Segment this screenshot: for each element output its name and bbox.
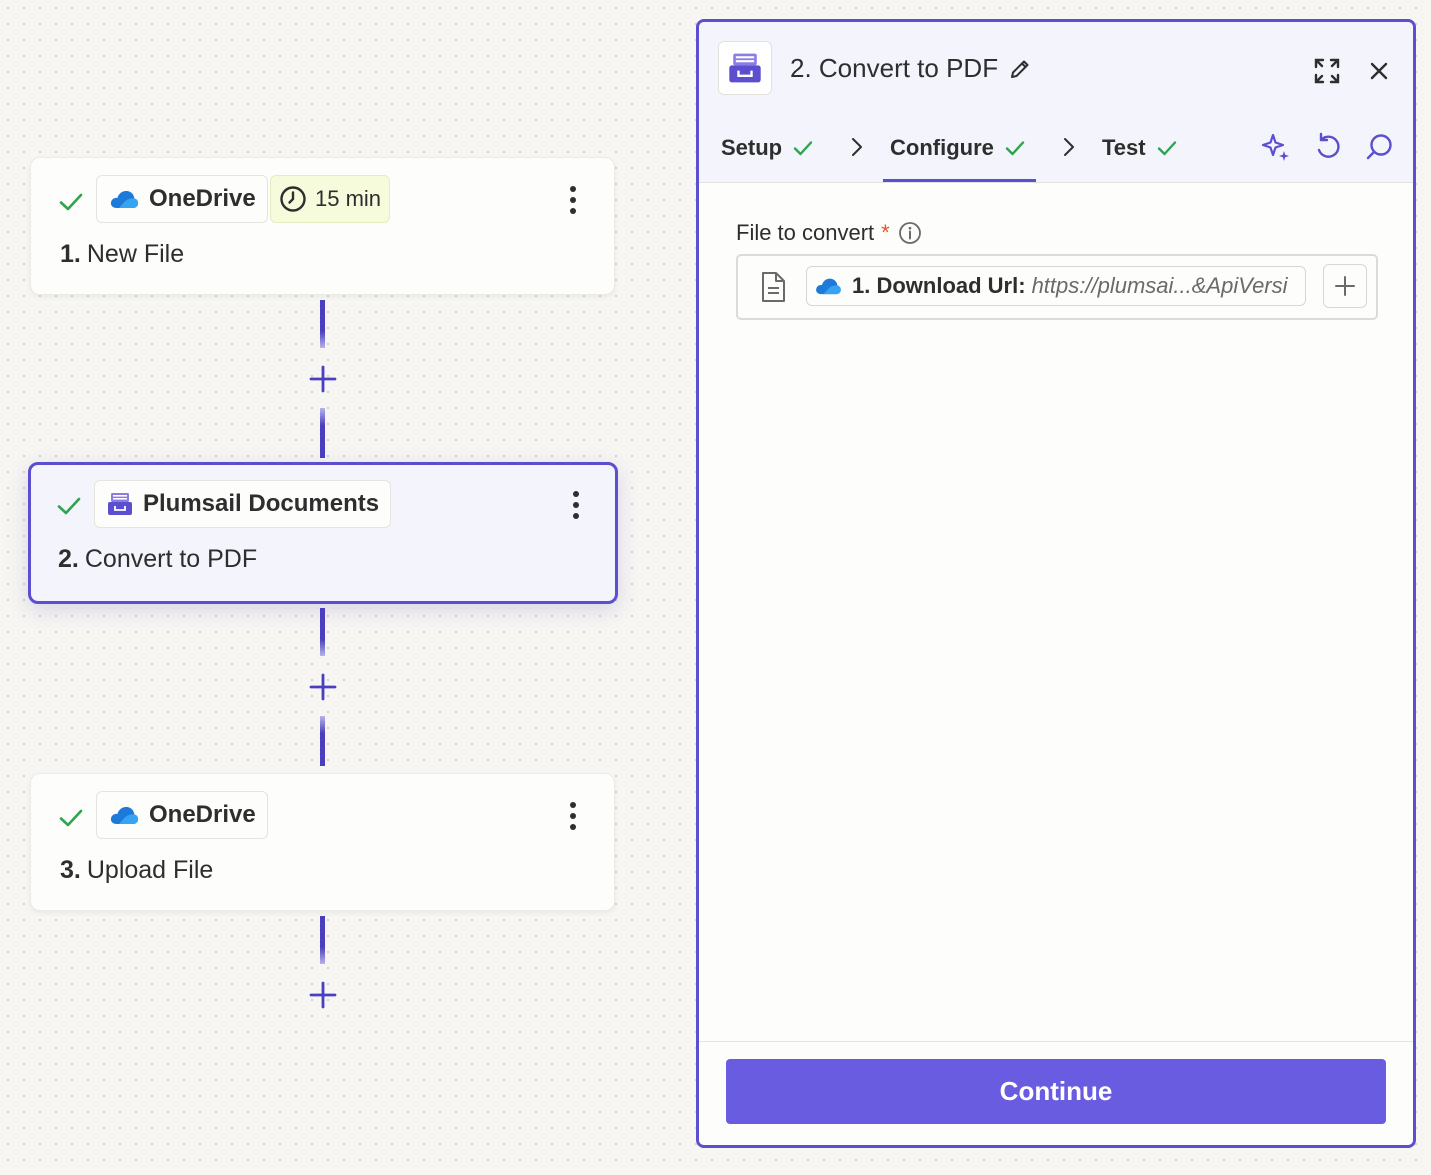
app-name: Plumsail Documents [143, 490, 380, 517]
connector-line [320, 608, 325, 656]
tab-label: Configure [890, 134, 994, 160]
tab-configure[interactable]: Configure [883, 113, 1036, 182]
file-to-convert-input[interactable]: 1. Download Url: https://plumsai...&ApiV… [736, 254, 1378, 320]
required-marker: * [881, 220, 890, 245]
connector-line [320, 408, 325, 458]
panel-footer: Continue [699, 1041, 1413, 1145]
step-number: 3. [60, 856, 81, 884]
app-chip-onedrive: OneDrive [96, 175, 268, 223]
tab-label: Setup [721, 134, 783, 160]
step-number: 2. [58, 545, 79, 573]
close-icon[interactable] [1364, 56, 1394, 86]
onedrive-cloud-icon [110, 806, 139, 824]
app-name: OneDrive [149, 801, 256, 828]
app-name: OneDrive [149, 185, 256, 212]
tab-label: Test [1102, 134, 1146, 160]
check-icon [59, 809, 83, 827]
document-icon [762, 272, 785, 302]
chevron-right-icon [1064, 138, 1074, 156]
step-number: 1. [60, 240, 81, 268]
plumsail-documents-icon [729, 53, 761, 83]
app-chip-onedrive: OneDrive [96, 791, 268, 839]
step-menu-button[interactable] [562, 800, 584, 832]
onedrive-cloud-icon [816, 278, 841, 295]
check-icon [793, 140, 813, 155]
add-step-icon[interactable] [308, 672, 338, 702]
field-label-text: File to convert [736, 220, 875, 245]
app-chip-plumsail: Plumsail Documents [94, 480, 392, 528]
check-icon [57, 497, 81, 515]
step-menu-button[interactable] [562, 184, 584, 216]
interval-badge: 15 min [270, 175, 391, 223]
pencil-icon[interactable] [1008, 57, 1032, 81]
tab-setup[interactable]: Setup [721, 113, 814, 182]
plumsail-documents-icon [108, 493, 132, 515]
undo-icon[interactable] [1312, 131, 1344, 163]
step-name: Upload File [86, 856, 214, 884]
panel-header: 2. Convert to PDF [699, 22, 1413, 113]
insert-data-button[interactable] [1323, 264, 1367, 308]
file-to-convert-label: File to convert * [736, 220, 922, 246]
interval-text: 15 min [315, 186, 382, 211]
onedrive-cloud-icon [110, 190, 139, 208]
check-icon [59, 193, 83, 211]
add-step-icon[interactable] [308, 364, 338, 394]
expand-icon[interactable] [1312, 56, 1342, 86]
step-name: Convert to PDF [84, 545, 258, 573]
tab-test[interactable]: Test [1102, 113, 1178, 182]
step-editor-panel: 2. Convert to PDF Setup Configure Test F… [696, 19, 1416, 1148]
connector-line [320, 916, 325, 964]
step-title: 2. Convert to PDF [58, 545, 257, 574]
mapped-value-label: 1. Download Url: [852, 273, 1026, 298]
panel-title-text: 2. Convert to PDF [790, 53, 999, 83]
step-title: 1. New File [60, 240, 184, 269]
connector-line [320, 300, 325, 348]
clock-icon [280, 186, 306, 212]
mapped-value-pill[interactable]: 1. Download Url: https://plumsai...&ApiV… [806, 266, 1306, 306]
chevron-right-icon [852, 138, 862, 156]
step-card-new-file[interactable]: OneDrive 15 min 1. New File [30, 157, 615, 295]
add-step-icon[interactable] [308, 980, 338, 1010]
panel-title: 2. Convert to PDF [790, 53, 1032, 84]
step-tabs: Setup Configure Test [699, 113, 1413, 183]
ai-sparkle-icon[interactable] [1260, 131, 1292, 163]
info-icon[interactable] [898, 221, 922, 245]
comment-icon[interactable] [1363, 131, 1395, 163]
mapped-value-text: https://plumsai...&ApiVersi [1031, 273, 1288, 298]
step-menu-button[interactable] [565, 489, 587, 521]
panel-app-icon [718, 41, 772, 95]
step-title: 3. Upload File [60, 856, 213, 885]
step-card-upload-file[interactable]: OneDrive 3. Upload File [30, 773, 615, 911]
check-icon [1157, 140, 1176, 155]
continue-button[interactable]: Continue [726, 1059, 1386, 1124]
connector-line [320, 716, 325, 766]
step-card-convert-to-pdf[interactable]: Plumsail Documents 2. Convert to PDF [28, 462, 618, 604]
check-icon [1005, 140, 1025, 155]
step-name: New File [86, 240, 185, 268]
plus-icon [1335, 276, 1355, 296]
